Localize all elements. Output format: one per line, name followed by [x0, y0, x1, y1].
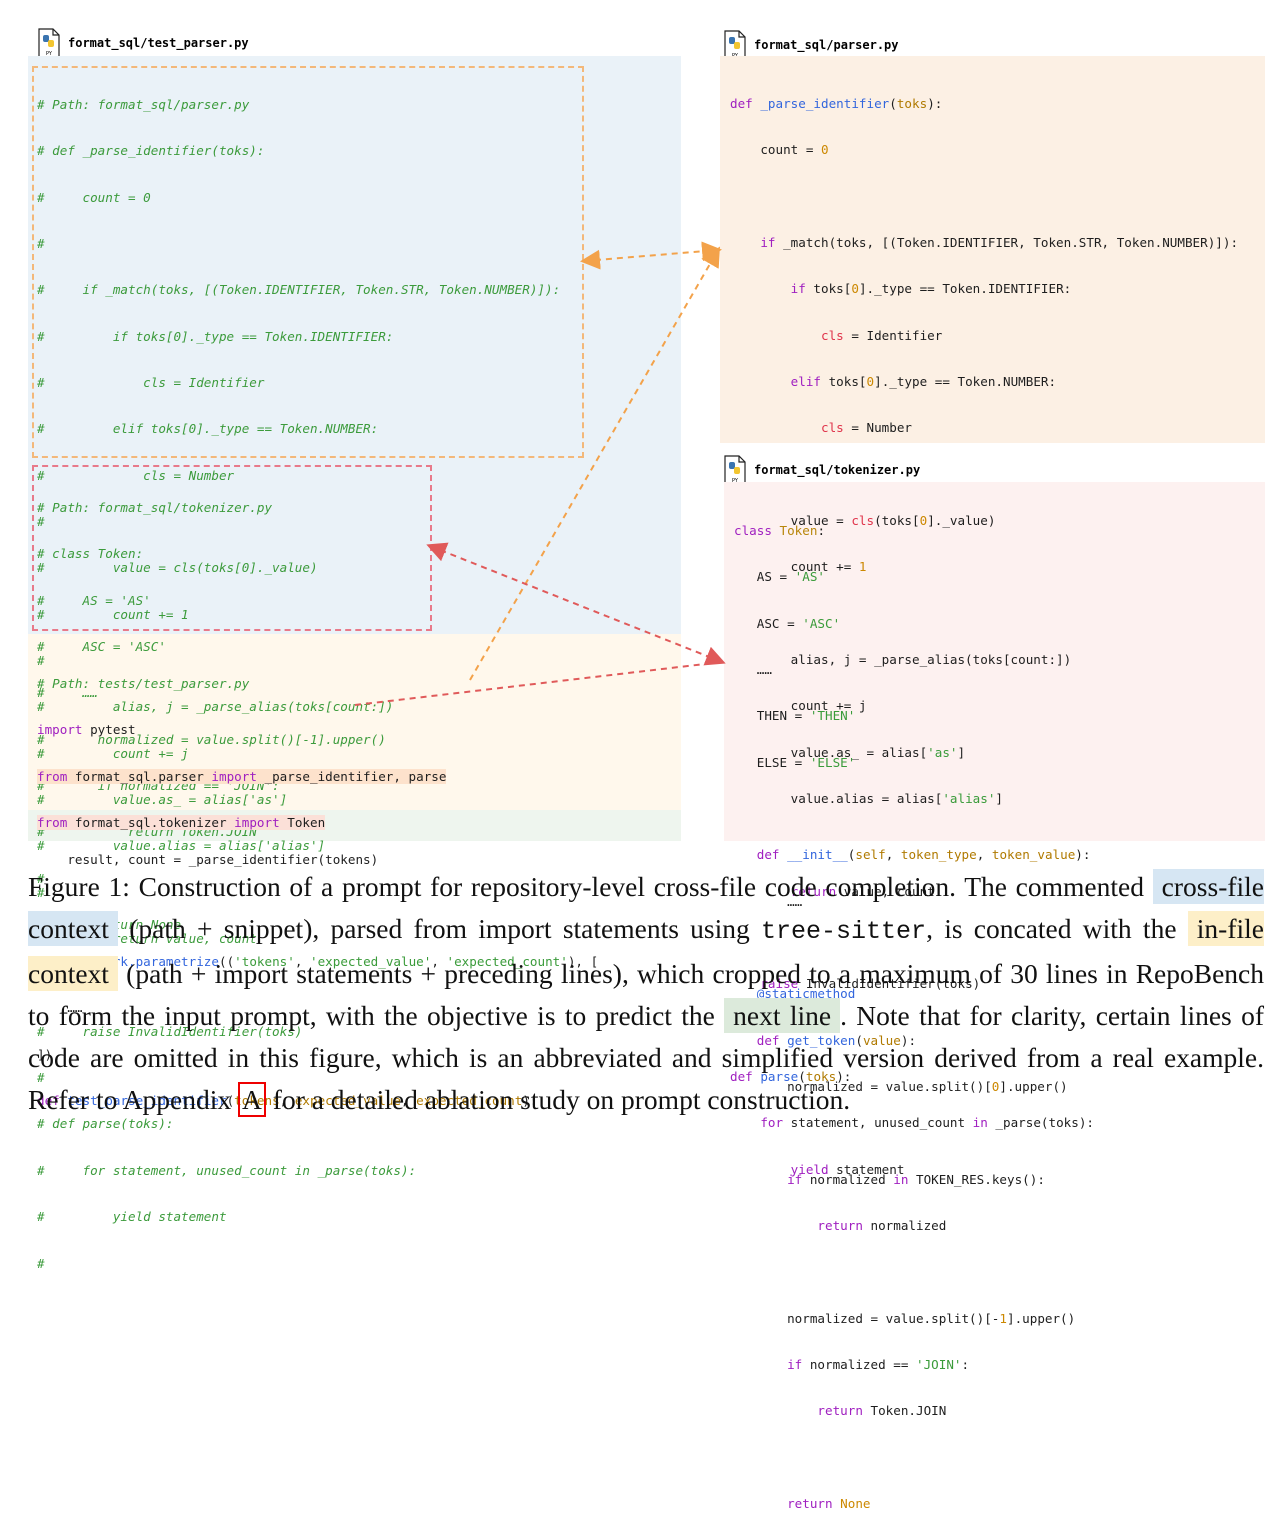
- appendix-link[interactable]: A: [238, 1082, 266, 1117]
- arrow-import-parser: [469, 246, 720, 681]
- connector-arrows: [354, 241, 726, 706]
- arrow-tokenizer-link: [426, 542, 726, 666]
- arrow-parser-link: [580, 241, 722, 270]
- tag-next-line: next line: [724, 998, 841, 1033]
- figure-caption: Figure 1: Construction of a prompt for r…: [28, 869, 1264, 1117]
- arrow-import-tokenizer: [354, 661, 723, 706]
